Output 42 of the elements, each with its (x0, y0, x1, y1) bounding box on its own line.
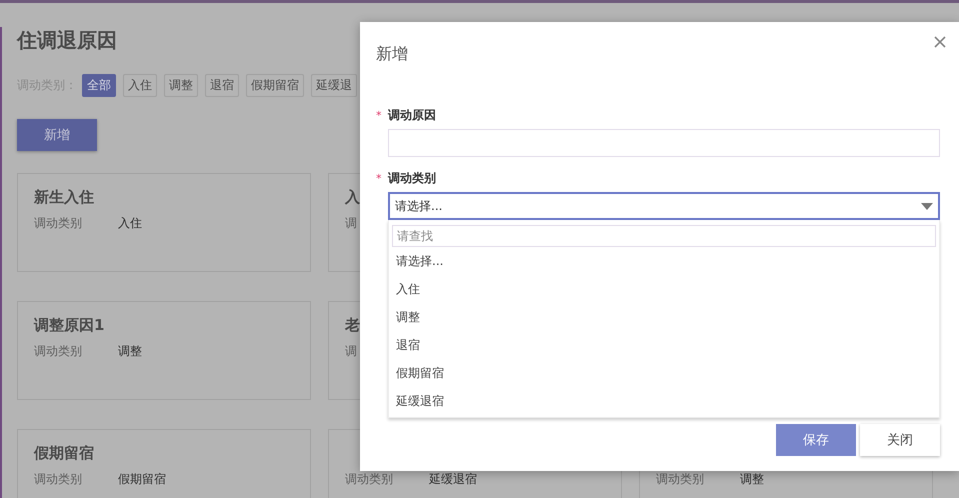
close-icon[interactable] (934, 36, 946, 48)
field-value: 调整 (740, 471, 764, 488)
filter-chip[interactable]: 延缓退 (311, 74, 357, 97)
dropdown-option[interactable]: 退宿 (392, 331, 936, 359)
select-field[interactable]: 请选择... (388, 192, 940, 220)
field-value: 入住 (118, 215, 142, 232)
field-label: 调动原因 (388, 106, 436, 124)
field-label: 调动类别 (34, 343, 82, 360)
field-value: 假期留宿 (118, 471, 166, 488)
required-marker: * (376, 108, 382, 122)
card-title: 入 (345, 188, 360, 208)
field-value: 调整 (118, 343, 142, 360)
field-label: 调 (345, 343, 357, 360)
dropdown-option[interactable]: 请选择... (392, 247, 936, 275)
field-label: 调动类别 (656, 471, 704, 488)
required-marker: * (376, 172, 382, 184)
field-label: 调动类别 (34, 471, 82, 488)
card-title: 老 (345, 316, 360, 336)
field-value: 延缓退宿 (429, 471, 477, 488)
search-field[interactable]: 请查找 (392, 225, 936, 247)
input-field[interactable] (388, 129, 940, 157)
card-title: 假期留宿 (34, 444, 94, 464)
field-label: 调动类别 (34, 215, 82, 232)
dialog-title: 新增 (376, 44, 408, 65)
dropdown-option[interactable]: 延缓退宿 (392, 387, 936, 415)
filter-chip[interactable]: 退宿 (205, 74, 239, 97)
card-title: 新生入住 (34, 188, 94, 208)
filter-chip[interactable]: 调整 (164, 74, 198, 97)
caret-icon (921, 202, 933, 210)
dropdown-option[interactable]: 假期留宿 (392, 359, 936, 387)
field-label: 调 (345, 215, 357, 232)
close-button[interactable]: 关闭 (860, 424, 940, 456)
dropdown-option[interactable]: 调整 (392, 303, 936, 331)
field-label: 调动类别 (388, 170, 436, 186)
filter-chip[interactable]: 全部 (82, 74, 116, 97)
filter-chip[interactable]: 入住 (123, 74, 157, 97)
field-label: 调动类别 (345, 471, 393, 488)
dropdown-option[interactable]: 入住 (392, 275, 936, 303)
card-title: 调整原因1 (34, 316, 104, 336)
filter-chip[interactable]: 假期留宿 (246, 74, 304, 97)
page-title: 住调退原因 (17, 27, 117, 54)
add-button[interactable]: 新增 (17, 119, 97, 151)
